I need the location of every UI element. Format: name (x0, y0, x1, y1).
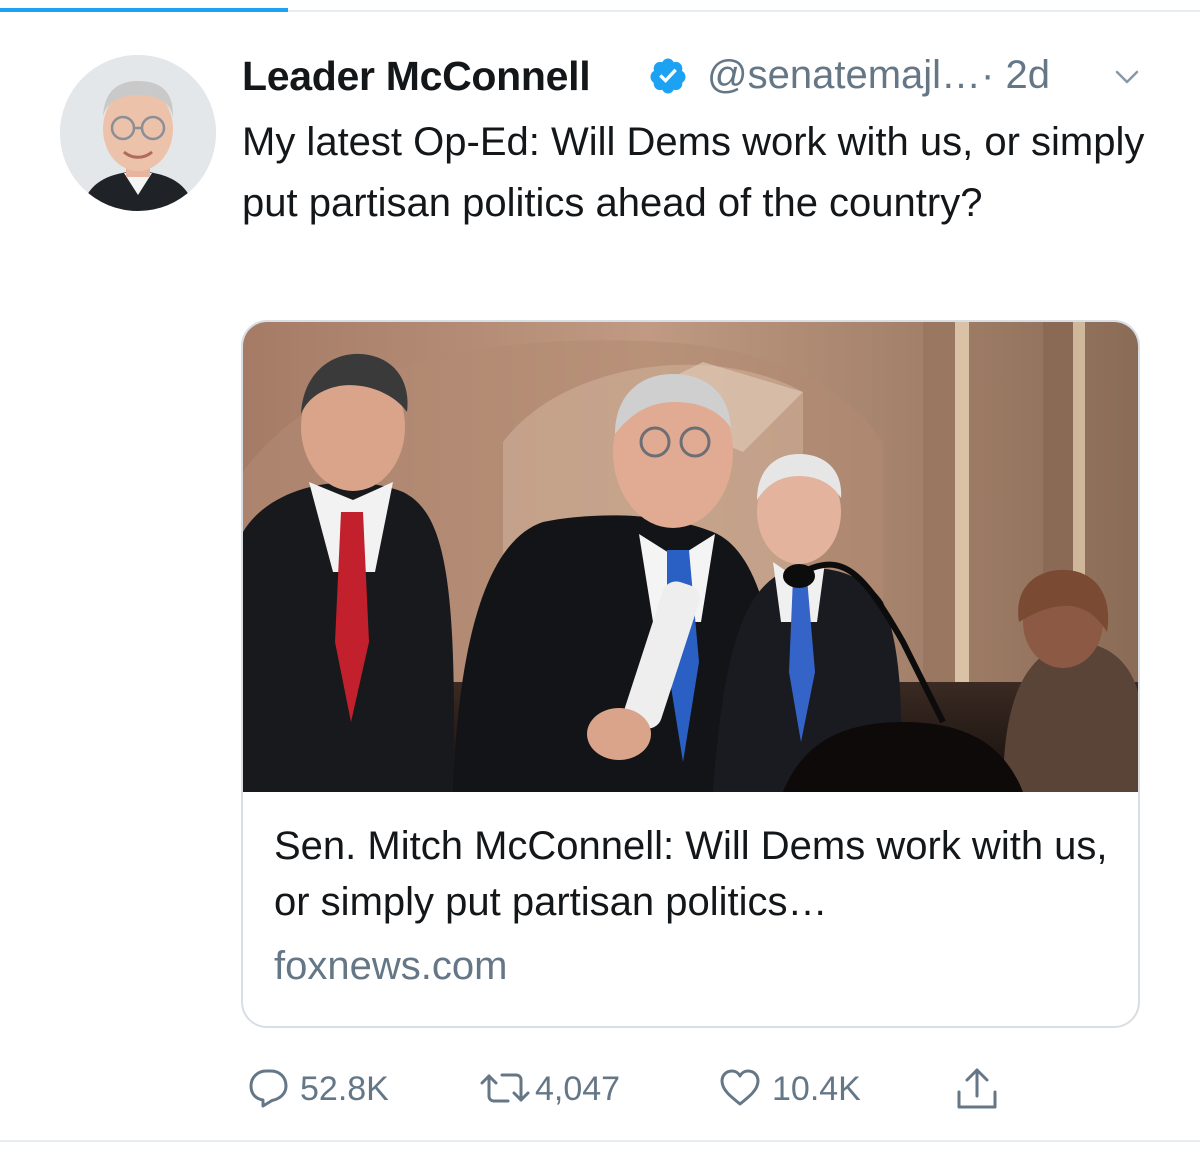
verified-badge-icon (648, 56, 688, 96)
avatar[interactable] (60, 55, 216, 211)
link-preview-card[interactable]: Sen. Mitch McConnell: Will Dems work wit… (241, 320, 1140, 1028)
bottom-divider (0, 1140, 1200, 1142)
username-and-timestamp: @senatemajl…· 2d (707, 53, 1050, 98)
chevron-down-icon[interactable] (1112, 62, 1142, 92)
share-button[interactable] (954, 1064, 1000, 1114)
card-title: Sen. Mitch McConnell: Will Dems work wit… (274, 824, 1108, 924)
card-domain: foxnews.com (274, 944, 508, 988)
like-button[interactable]: 10.4K (718, 1064, 868, 1114)
tweet-header: Leader McConnell @senatemajl…· 2d (242, 44, 1152, 108)
tweet-timestamp[interactable]: · 2d (981, 53, 1050, 97)
display-name[interactable]: Leader McConnell (242, 53, 591, 100)
reply-count: 52.8K (300, 1070, 389, 1108)
retweet-button[interactable]: 4,047 (478, 1064, 638, 1114)
tweet-text: My latest Op-Ed: Will Dems work with us,… (242, 120, 1145, 225)
heart-icon (720, 1069, 760, 1106)
active-tab-indicator (0, 8, 288, 12)
card-image (243, 322, 1138, 792)
user-handle[interactable]: @senatemajl… (707, 53, 981, 97)
retweet-icon (480, 1073, 530, 1103)
reply-icon (249, 1069, 288, 1108)
avatar-portrait-image (60, 55, 216, 211)
like-count: 10.4K (772, 1070, 861, 1108)
reply-button[interactable]: 52.8K (246, 1064, 406, 1114)
share-icon (957, 1068, 997, 1109)
retweet-count: 4,047 (535, 1070, 621, 1108)
